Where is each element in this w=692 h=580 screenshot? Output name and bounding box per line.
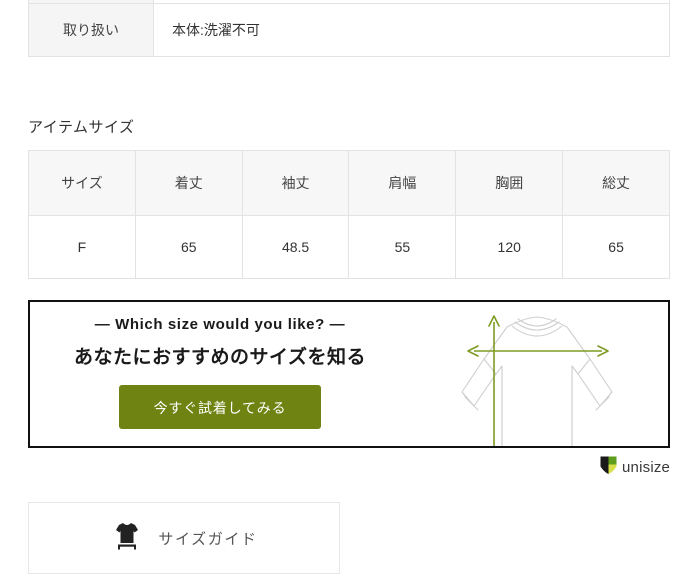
spec-value-care: 本体:洗濯不可	[153, 3, 670, 57]
tshirt-ruler-icon	[110, 519, 144, 558]
cell-size: F	[28, 215, 136, 279]
cell-bust: 120	[455, 215, 564, 279]
unisize-shield-logo-icon	[600, 455, 617, 480]
column-header-size: サイズ	[28, 150, 136, 216]
table-row: 取り扱い 本体:洗濯不可	[28, 3, 670, 57]
item-size-table: サイズ 着丈 袖丈 肩幅 胸囲 総丈 F 65 48.5 55 120 65	[28, 150, 670, 279]
column-header-length: 着丈	[134, 150, 243, 216]
unisize-wordmark: unisize	[622, 459, 671, 476]
table-header-row: サイズ 着丈 袖丈 肩幅 胸囲 総丈	[28, 150, 670, 216]
cell-length: 65	[134, 215, 243, 279]
cell-total: 65	[562, 215, 670, 279]
promo-kicker: — Which size would you like? —	[94, 316, 346, 333]
column-header-total: 総丈	[562, 150, 670, 216]
unisize-promo-banner[interactable]: — Which size would you like? — あなたにおすすめの…	[28, 300, 670, 448]
product-spec-table: 取り扱い 本体:洗濯不可	[28, 0, 670, 57]
size-guide-button[interactable]: サイズガイド	[28, 502, 340, 574]
tshirt-measurement-diagram-icon	[412, 302, 662, 446]
column-header-sleeve: 袖丈	[241, 150, 350, 216]
cell-sleeve: 48.5	[241, 215, 350, 279]
cell-shoulder: 55	[348, 215, 457, 279]
table-row: F 65 48.5 55 120 65	[28, 215, 670, 279]
column-header-shoulder: 肩幅	[348, 150, 457, 216]
promo-headline: あなたにおすすめのサイズを知る	[74, 347, 366, 368]
column-header-bust: 胸囲	[455, 150, 564, 216]
spec-label-care: 取り扱い	[28, 3, 154, 57]
size-guide-label: サイズガイド	[158, 530, 258, 548]
unisize-logo: unisize	[600, 455, 670, 480]
try-on-now-button[interactable]: 今すぐ試着してみる	[119, 385, 321, 429]
promo-text-block: — Which size would you like? — あなたにおすすめの…	[30, 302, 410, 446]
page-title-item-size: アイテムサイズ	[28, 119, 135, 136]
